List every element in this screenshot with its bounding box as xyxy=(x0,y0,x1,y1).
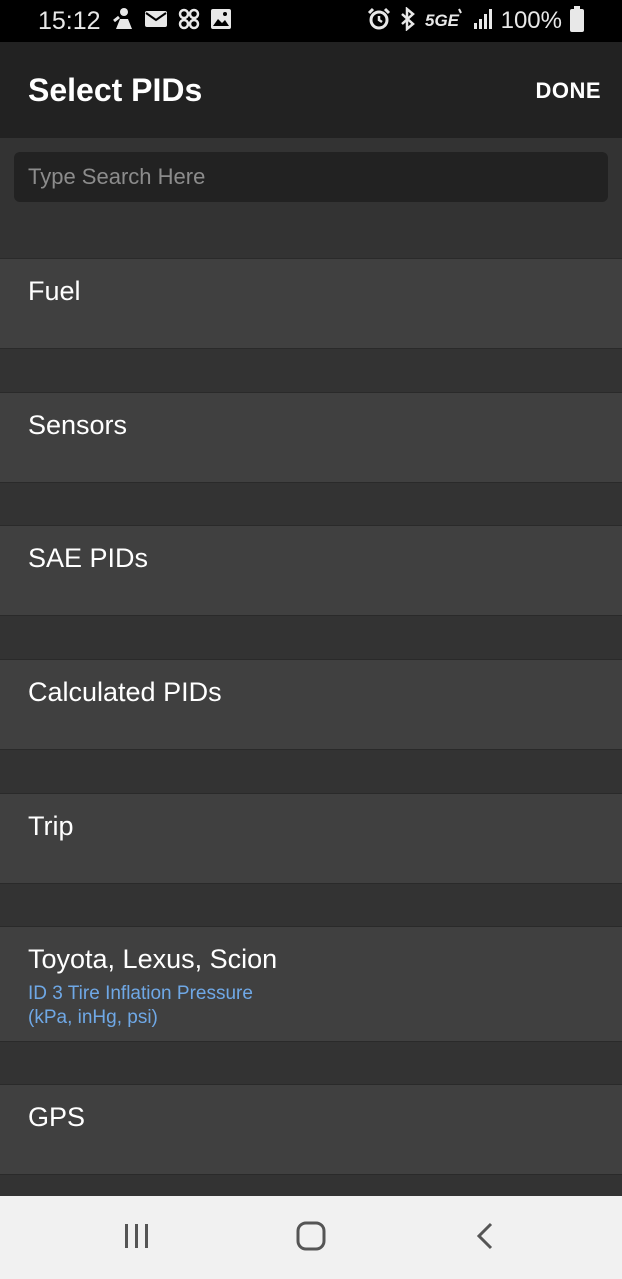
category-sublabel-pid: ID 3 Tire Inflation Pressure xyxy=(28,983,253,1004)
category-label: GPS xyxy=(28,1102,86,1132)
search-area xyxy=(0,138,622,258)
category-item-fuel[interactable]: Fuel xyxy=(0,258,622,349)
category-label: Toyota, Lexus, Scion xyxy=(28,944,278,974)
category-label: Sensors xyxy=(28,410,128,440)
category-item-calculated-pids[interactable]: Calculated PIDs xyxy=(0,659,622,750)
done-button[interactable]: DONE xyxy=(535,76,601,106)
category-item-sensors[interactable]: Sensors xyxy=(0,392,622,483)
battery-percent: 100% xyxy=(500,7,562,34)
image-icon xyxy=(210,8,232,35)
category-label: Fuel xyxy=(28,276,81,306)
screen: 15:12 5GE 100% Select PIDs DONE Type Sea… xyxy=(0,0,622,1279)
category-label: Calculated PIDs xyxy=(28,677,222,707)
category-label: Trip xyxy=(28,811,74,841)
svg-text:5GE: 5GE xyxy=(425,11,460,30)
battery-icon xyxy=(570,5,584,37)
pinwheel-icon xyxy=(178,8,200,35)
back-icon xyxy=(475,1222,495,1255)
mail-icon xyxy=(144,9,168,34)
home-icon xyxy=(296,1221,326,1256)
app-bar: Select PIDs DONE xyxy=(0,42,622,138)
category-item-trip[interactable]: Trip xyxy=(0,793,622,884)
category-item-toyota-lexus-scion[interactable]: Toyota, Lexus, Scion ID 3 Tire Inflation… xyxy=(0,926,622,1042)
status-bar: 15:12 5GE 100% xyxy=(0,0,622,42)
page-title: Select PIDs xyxy=(28,72,203,108)
status-left-icons xyxy=(112,7,232,36)
system-nav-bar xyxy=(0,1196,622,1279)
bluetooth-icon xyxy=(399,5,417,36)
status-right-icons: 5GE 100% xyxy=(367,5,584,37)
5ge-network-icon: 5GE xyxy=(425,7,465,36)
recent-apps-button[interactable] xyxy=(112,1216,162,1260)
notification-figure-icon xyxy=(112,7,134,36)
category-label: SAE PIDs xyxy=(28,543,149,573)
search-input[interactable] xyxy=(14,152,608,202)
recent-apps-icon xyxy=(123,1223,151,1254)
signal-icon xyxy=(473,8,493,35)
category-sublabel-units: (kPa, inHg, psi) xyxy=(28,1007,158,1028)
status-time: 15:12 xyxy=(38,7,101,35)
alarm-icon xyxy=(367,7,391,36)
category-item-gps[interactable]: GPS xyxy=(0,1084,622,1175)
back-button[interactable] xyxy=(460,1216,510,1260)
category-item-sae-pids[interactable]: SAE PIDs xyxy=(0,525,622,616)
home-button[interactable] xyxy=(286,1216,336,1260)
